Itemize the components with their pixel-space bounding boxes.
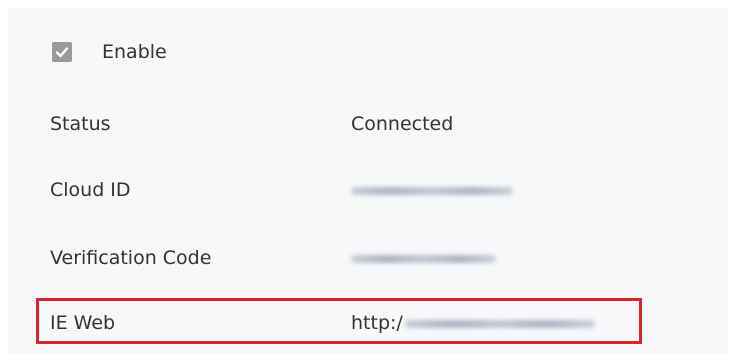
verification-code-row: Verification Code xyxy=(8,238,728,278)
verification-code-value xyxy=(351,247,496,269)
verification-code-redacted xyxy=(351,254,496,263)
cloud-settings-panel: Enable Status Connected Cloud ID Verific… xyxy=(8,8,728,354)
checkmark-icon xyxy=(55,47,69,58)
enable-row: Enable xyxy=(8,32,728,72)
ie-web-highlight-box xyxy=(36,298,642,344)
status-row: Status Connected xyxy=(8,104,728,144)
status-label: Status xyxy=(50,113,111,135)
cloud-id-value xyxy=(351,179,513,201)
enable-label: Enable xyxy=(102,41,167,63)
cloud-id-label: Cloud ID xyxy=(50,179,131,201)
status-value: Connected xyxy=(351,113,454,135)
verification-code-label: Verification Code xyxy=(50,247,212,269)
cloud-id-row: Cloud ID xyxy=(8,170,728,210)
cloud-id-redacted xyxy=(351,186,513,195)
enable-checkbox[interactable] xyxy=(52,42,72,62)
